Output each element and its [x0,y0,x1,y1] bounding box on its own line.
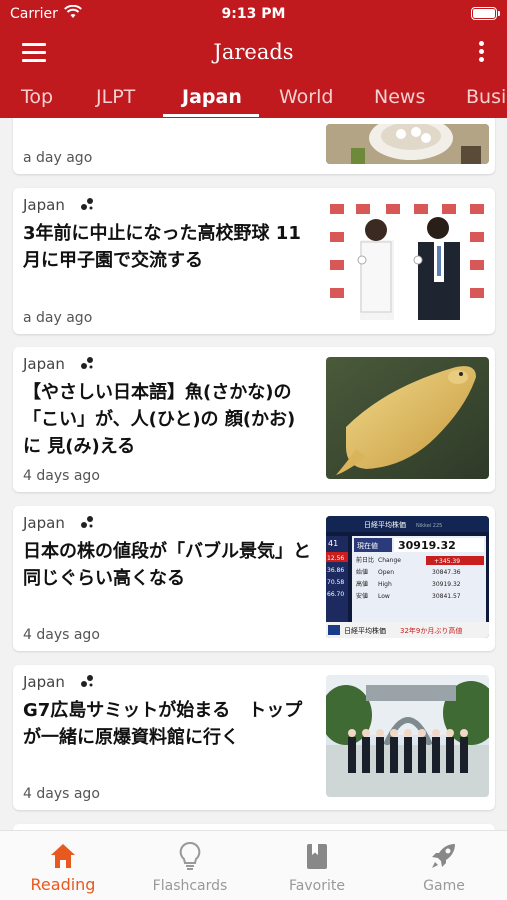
screen-row-label: 高値 [356,580,368,588]
article-source: Japan [23,196,65,214]
screen-side-value: 36.86 [327,567,344,574]
screen-row-sub: Change [378,557,401,564]
tab-business[interactable]: Busi [466,86,506,108]
screen-row-sub: Open [378,569,394,576]
article-source: Japan [23,673,65,691]
nav-favorite[interactable]: Favorite [254,841,380,894]
tab-japan[interactable]: Japan [182,86,242,108]
article-time: a day ago [23,310,93,326]
audio-icon [81,198,93,210]
article-headline: 3年前に中止になった高校野球 11月に甲子園で交流する [23,223,301,271]
home-icon [51,844,75,868]
article-headline: 【やさしい日本語】魚(さかな)の「こい」が、人(ひと)の 顔(かお)に 見(み)… [23,382,296,457]
nav-label: Flashcards [152,878,228,894]
article-source: Japan [23,514,65,532]
clock: 9:13 PM [221,6,286,22]
nav-label: Reading [30,875,96,894]
screen-row-sub: High [378,581,392,588]
screen-value: 30919.32 [398,539,456,552]
article-time: 4 days ago [23,786,100,802]
article-headline: G7広島サミットが始まる トップが一緒に原爆資料館に行く [23,700,303,748]
article-headline: 日本の株の値段が「バブル景気」と同じぐらい高くなる [23,541,311,589]
bottom-navigation: Reading Flashcards Favorite Game [0,830,507,900]
article-card[interactable]: Japan 【やさしい日本語】魚(さかな)の「こい」が、人(ひと)の 顔(かお)… [13,347,495,492]
article-thumbnail [326,198,489,320]
article-card[interactable]: Japan 3年前に中止になった高校野球 11月に甲子園で交流する a day … [13,188,495,334]
tab-world[interactable]: World [279,86,333,108]
article-thumbnail [326,357,489,479]
nav-label: Favorite [289,878,345,894]
tab-jlpt[interactable]: JLPT [96,86,135,108]
nav-game[interactable]: Game [381,841,507,894]
app-title: Jareads [213,40,294,64]
article-thumbnail: 日経平均株価 Nikkei 225 41 12.56 36.86 70.58 6… [326,516,489,638]
screen-row-value: 30919.32 [432,581,461,588]
nav-label: Game [423,878,465,894]
category-tabs: Top JLPT Japan World News Busi [0,76,507,118]
screen-row-label: 安値 [356,592,368,600]
screen-ticker-label: 日経平均株価 [344,626,386,635]
screen-row-label: 前日比 [356,556,374,564]
screen-ticker-highlight: 32年9か月ぶり高値 [400,626,462,635]
article-time: 4 days ago [23,627,100,643]
article-source: Japan [23,355,65,373]
tab-top[interactable]: Top [21,86,53,108]
screen-row-sub: Low [378,593,390,600]
audio-icon [81,675,93,687]
article-card[interactable]: Japan G7広島サミットが始まる トップが一緒に原爆資料館に行く 4 day… [13,665,495,810]
rocket-icon [432,844,455,868]
lightbulb-icon [179,841,201,870]
app-bar: Jareads [0,30,507,76]
article-feed[interactable]: a day ago Japan 3年前に中止になった高校野球 11月に甲子園で交… [0,118,507,830]
screen-sub: Nikkei 225 [416,523,442,529]
screen-row-value: 30841.57 [432,593,461,600]
screen-side-value: 66.70 [327,591,344,598]
article-thumbnail [326,675,489,797]
screen-row-value: 30847.36 [432,569,461,576]
article-time: a day ago [23,150,93,166]
article-card[interactable]: Japan 日本の株の値段が「バブル景気」と同じぐらい高くなる 日経平均株価 N… [13,506,495,651]
screen-label: 日経平均株価 [364,520,406,529]
screen-now-label: 現在値 [357,541,378,550]
article-card[interactable]: a day ago [13,118,495,174]
article-time: 4 days ago [23,468,100,484]
bookmark-icon [307,844,327,869]
screen-side-value: 12.56 [327,555,344,562]
screen-row-label: 始値 [356,568,368,576]
audio-icon [81,357,93,369]
screen-side-value: 70.58 [327,579,344,586]
battery-icon [471,7,500,20]
nav-flashcards[interactable]: Flashcards [127,841,253,894]
audio-icon [81,516,93,528]
article-thumbnail [326,124,489,164]
active-tab-indicator [163,114,259,117]
nav-reading[interactable]: Reading [0,841,126,894]
tab-news[interactable]: News [374,86,425,108]
status-bar: Carrier 9:13 PM [0,0,507,30]
screen-side-value: 41 [328,539,338,548]
screen-row-value: +345.39 [434,558,460,565]
more-options-icon[interactable] [477,41,485,65]
